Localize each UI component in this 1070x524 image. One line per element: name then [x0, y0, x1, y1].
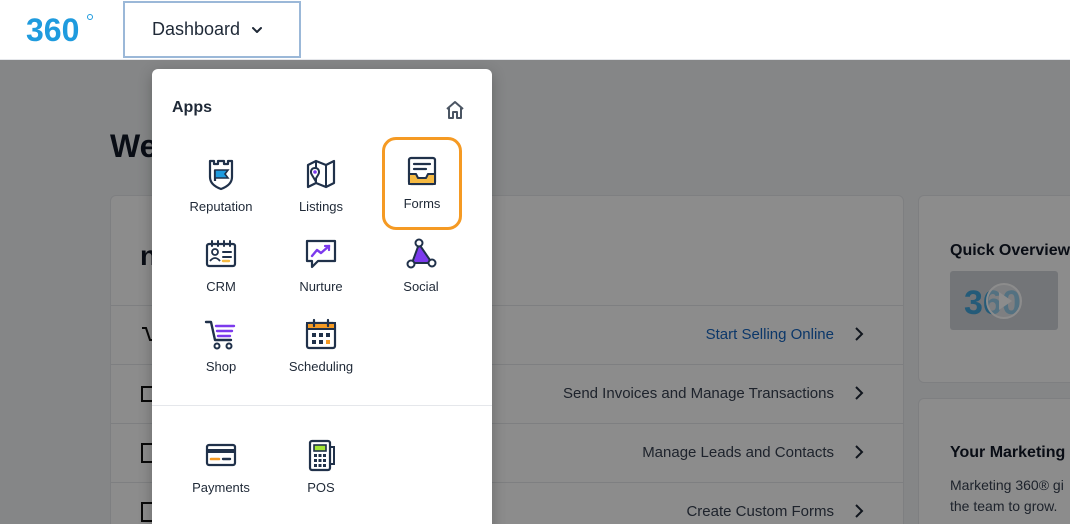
- calendar-icon: [305, 318, 337, 350]
- form-tray-icon: [407, 156, 437, 186]
- apps-divider: [152, 405, 492, 406]
- app-shop[interactable]: Shop: [181, 300, 261, 380]
- pos-terminal-icon: [308, 439, 335, 472]
- apps-menu: Apps Reputation Listings Forms CRM Nurtu…: [152, 69, 492, 524]
- credit-card-icon: [205, 443, 237, 467]
- dashboard-label: Dashboard: [152, 19, 241, 39]
- app-label: Scheduling: [288, 359, 354, 374]
- app-label: Forms: [403, 196, 441, 211]
- app-reputation[interactable]: Reputation: [181, 140, 261, 220]
- app-nurture[interactable]: Nurture: [281, 220, 361, 300]
- app-label: Listings: [298, 199, 344, 214]
- app-scheduling[interactable]: Scheduling: [281, 300, 361, 380]
- chevron-down-icon: [252, 26, 263, 33]
- apps-menu-title: Apps: [172, 99, 212, 116]
- marketing-360-logo[interactable]: 360: [26, 10, 96, 50]
- app-label: Shop: [205, 359, 237, 374]
- app-label: Payments: [192, 480, 250, 495]
- top-bar: 360 Dashboard: [0, 0, 1070, 60]
- chat-trend-icon: [305, 239, 337, 269]
- home-icon[interactable]: [444, 99, 466, 121]
- app-forms[interactable]: Forms: [382, 137, 462, 230]
- app-label: Social: [403, 279, 439, 294]
- castle-flag-icon: [208, 159, 234, 191]
- app-social[interactable]: Social: [381, 220, 461, 300]
- contact-card-icon: [205, 240, 237, 268]
- dashboard-dropdown-button[interactable]: Dashboard: [123, 1, 301, 58]
- app-label: POS: [307, 480, 335, 495]
- app-label: CRM: [206, 279, 236, 294]
- svg-text:360: 360: [26, 12, 79, 48]
- app-listings[interactable]: Listings: [281, 140, 361, 220]
- app-label: Nurture: [299, 279, 343, 294]
- app-crm[interactable]: CRM: [181, 220, 261, 300]
- app-label: Reputation: [189, 199, 253, 214]
- network-nodes-icon: [406, 238, 437, 269]
- shopping-cart-icon: [204, 320, 236, 350]
- app-payments[interactable]: Payments: [181, 421, 261, 501]
- map-pin-icon: [306, 159, 336, 189]
- app-pos[interactable]: POS: [281, 421, 361, 501]
